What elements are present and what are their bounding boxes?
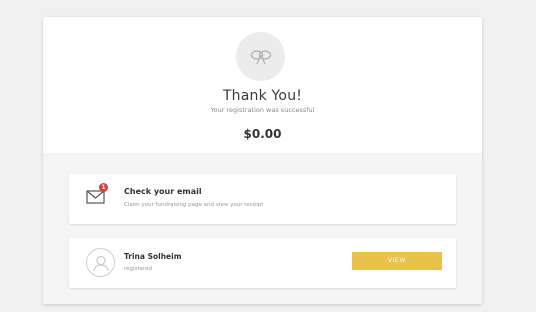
registrant-name: Trina Solheim (124, 252, 182, 261)
registrant-panel: Trina Solheim registered VIEW (69, 238, 456, 288)
user-avatar-icon (86, 248, 115, 277)
notification-badge: 1 (99, 183, 108, 192)
check-email-panel: 1 Check your email Claim your fundraisin… (69, 174, 456, 224)
confirmation-card: Thank You! Your registration was success… (43, 17, 482, 304)
page-title: Thank You! (222, 88, 303, 104)
ribbon-logo-icon (236, 32, 285, 81)
email-panel-title: Check your email (124, 187, 202, 196)
registrant-status: registered (124, 266, 152, 272)
view-button[interactable]: VIEW (352, 252, 442, 270)
page: Thank You! Your registration was success… (0, 0, 536, 312)
email-panel-description: Claim your fundraising page and view you… (124, 202, 264, 208)
amount-total: $0.00 (243, 127, 282, 141)
registration-status-text: Your registration was successful (210, 106, 315, 114)
envelope-icon: 1 (86, 183, 108, 206)
confirmation-header: Thank You! Your registration was success… (43, 17, 482, 153)
